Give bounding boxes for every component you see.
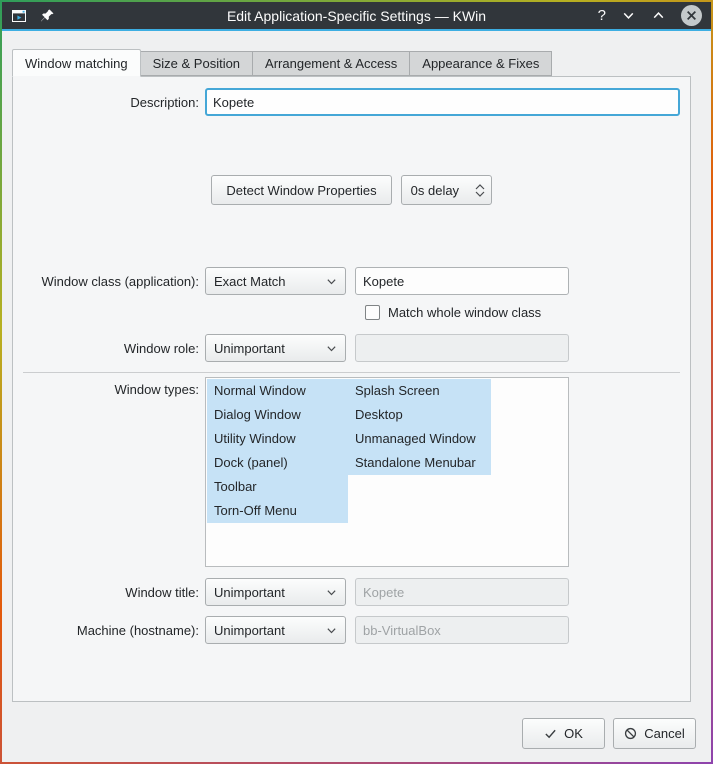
window-types-label: Window types: (114, 382, 199, 397)
dialog-window: Edit Application-Specific Settings — KWi… (2, 2, 711, 762)
window-role-match-combobox[interactable]: Unimportant (205, 334, 346, 362)
cancel-button-label: Cancel (644, 726, 685, 741)
chevron-down-icon (326, 587, 337, 598)
titlebar-accent-line (2, 29, 711, 31)
cancel-button[interactable]: Cancel (613, 718, 696, 749)
window-class-label: Window class (application): (41, 273, 199, 289)
window-class-input[interactable] (355, 267, 569, 295)
ok-button-label: OK (564, 726, 583, 741)
window-role-match-value: Unimportant (214, 340, 285, 356)
window-type-item[interactable]: Dialog Window (207, 403, 348, 427)
spin-down-icon[interactable] (475, 191, 485, 197)
window-type-item[interactable]: Utility Window (207, 427, 348, 451)
machine-hostname-label: Machine (hostname): (76, 622, 199, 638)
window-type-item[interactable]: Toolbar (207, 475, 348, 499)
window-title-label: Window title: (125, 584, 199, 600)
window-type-item[interactable]: Dock (panel) (207, 451, 348, 475)
tab-arrangement-access[interactable]: Arrangement & Access (253, 51, 411, 76)
checkmark-icon (544, 727, 557, 740)
dialog-button-box: OK Cancel (2, 718, 696, 749)
minimize-icon[interactable] (621, 8, 636, 23)
machine-match-value: Unimportant (214, 622, 285, 638)
tab-size-position[interactable]: Size & Position (140, 51, 254, 76)
window-type-item[interactable]: Torn-Off Menu (207, 499, 348, 523)
description-label: Description: (130, 94, 199, 110)
detect-delay-spinbox[interactable]: 0s delay (400, 175, 492, 205)
window-title-input (355, 578, 569, 606)
machine-hostname-input (355, 616, 569, 644)
pin-icon[interactable] (40, 8, 55, 23)
window-title-match-combobox[interactable]: Unimportant (205, 578, 346, 606)
match-whole-window-class-checkbox[interactable] (365, 305, 380, 320)
window-class-match-value: Exact Match (214, 273, 286, 289)
window-outer-border: Edit Application-Specific Settings — KWi… (0, 0, 713, 764)
window-role-input (355, 334, 569, 362)
chevron-down-icon (326, 343, 337, 354)
window-matching-panel: Description: Detect Window Properties 0s… (12, 76, 691, 702)
window-types-list[interactable]: Normal Window Dialog Window Utility Window… (205, 377, 569, 567)
app-icon (11, 8, 27, 24)
cancel-icon (624, 727, 637, 740)
machine-match-combobox[interactable]: Unimportant (205, 616, 346, 644)
tab-appearance-fixes[interactable]: Appearance & Fixes (410, 51, 553, 76)
close-icon[interactable] (681, 5, 702, 26)
chevron-down-icon (326, 276, 337, 287)
separator (23, 372, 680, 373)
match-whole-window-class-label: Match whole window class (388, 305, 542, 320)
ok-button[interactable]: OK (522, 718, 605, 749)
window-title-match-value: Unimportant (214, 584, 285, 600)
window-type-item[interactable]: Normal Window (207, 379, 348, 403)
help-icon[interactable]: ? (598, 7, 606, 24)
detect-window-properties-button[interactable]: Detect Window Properties (211, 175, 392, 205)
window-class-match-combobox[interactable]: Exact Match (205, 267, 346, 295)
chevron-down-icon (326, 625, 337, 636)
window-role-label: Window role: (123, 340, 199, 356)
titlebar[interactable]: Edit Application-Specific Settings — KWi… (2, 2, 711, 29)
spin-up-icon[interactable] (475, 183, 485, 190)
maximize-icon[interactable] (651, 8, 666, 23)
window-type-item[interactable]: Standalone Menubar (348, 451, 491, 475)
window-type-item[interactable]: Splash Screen (348, 379, 491, 403)
description-input[interactable] (205, 88, 680, 116)
tab-window-matching[interactable]: Window matching (12, 49, 141, 77)
detect-delay-value: 0s delay (410, 182, 460, 198)
window-type-item[interactable]: Unmanaged Window (348, 427, 491, 451)
tab-bar: Window matching Size & Position Arrangem… (12, 49, 711, 77)
window-type-item[interactable]: Desktop (348, 403, 491, 427)
